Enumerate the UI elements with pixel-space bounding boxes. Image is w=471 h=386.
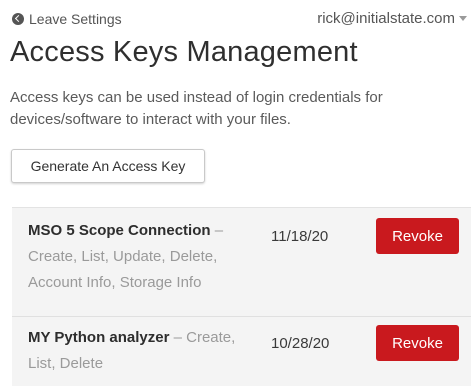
access-key-date: 11/18/20 (271, 228, 329, 245)
access-key-list: MSO 5 Scope Connection – Create, List, U… (12, 207, 471, 386)
page-description: Access keys can be used instead of login… (10, 89, 383, 128)
access-key-separator: – (210, 222, 224, 239)
access-key-details: MSO 5 Scope Connection – Create, List, U… (28, 218, 256, 296)
access-key-permissions: Create, List, Update, Delete, Account In… (28, 248, 218, 291)
access-key-row: MSO 5 Scope Connection – Create, List, U… (12, 208, 471, 317)
access-key-separator: – (169, 329, 187, 346)
access-key-name: MY Python analyzer (28, 329, 170, 346)
page-title: Access Keys Management (10, 36, 358, 68)
chevron-down-icon (459, 16, 467, 21)
back-arrow-circle-icon (12, 13, 24, 25)
account-menu[interactable]: rick@initialstate.com (317, 10, 467, 27)
generate-access-key-button[interactable]: Generate An Access Key (11, 149, 205, 183)
revoke-button[interactable]: Revoke (376, 325, 459, 361)
access-key-details: MY Python analyzer – Create, List, Delet… (28, 325, 256, 377)
leave-settings-link[interactable]: Leave Settings (12, 11, 122, 27)
leave-settings-label: Leave Settings (29, 11, 122, 27)
access-key-row: MY Python analyzer – Create, List, Delet… (12, 317, 471, 386)
account-email: rick@initialstate.com (317, 10, 455, 27)
access-key-name: MSO 5 Scope Connection (28, 222, 211, 239)
access-key-date: 10/28/20 (271, 335, 330, 352)
top-bar: Leave Settings rick@initialstate.com (0, 0, 471, 40)
revoke-button[interactable]: Revoke (376, 218, 459, 254)
